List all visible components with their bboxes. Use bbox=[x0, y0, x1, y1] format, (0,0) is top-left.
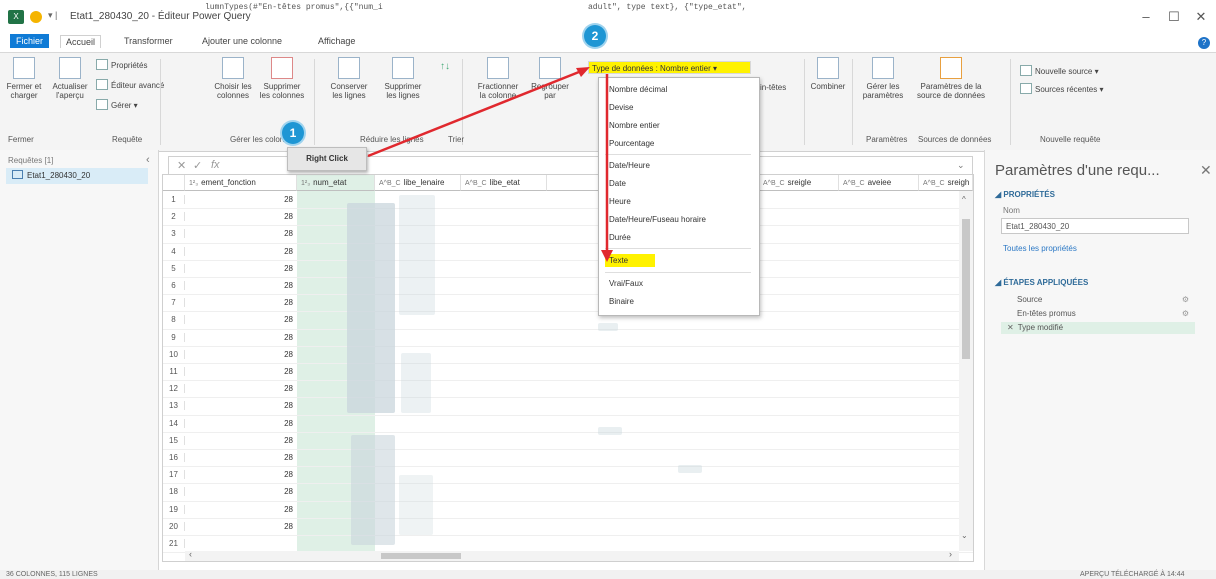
step-2-badge: 2 bbox=[584, 25, 606, 47]
arrow-to-data-type bbox=[367, 68, 585, 158]
step-1-badge: 1 bbox=[282, 122, 304, 144]
annotation-arrows bbox=[367, 67, 613, 262]
arrow-head bbox=[601, 250, 613, 262]
